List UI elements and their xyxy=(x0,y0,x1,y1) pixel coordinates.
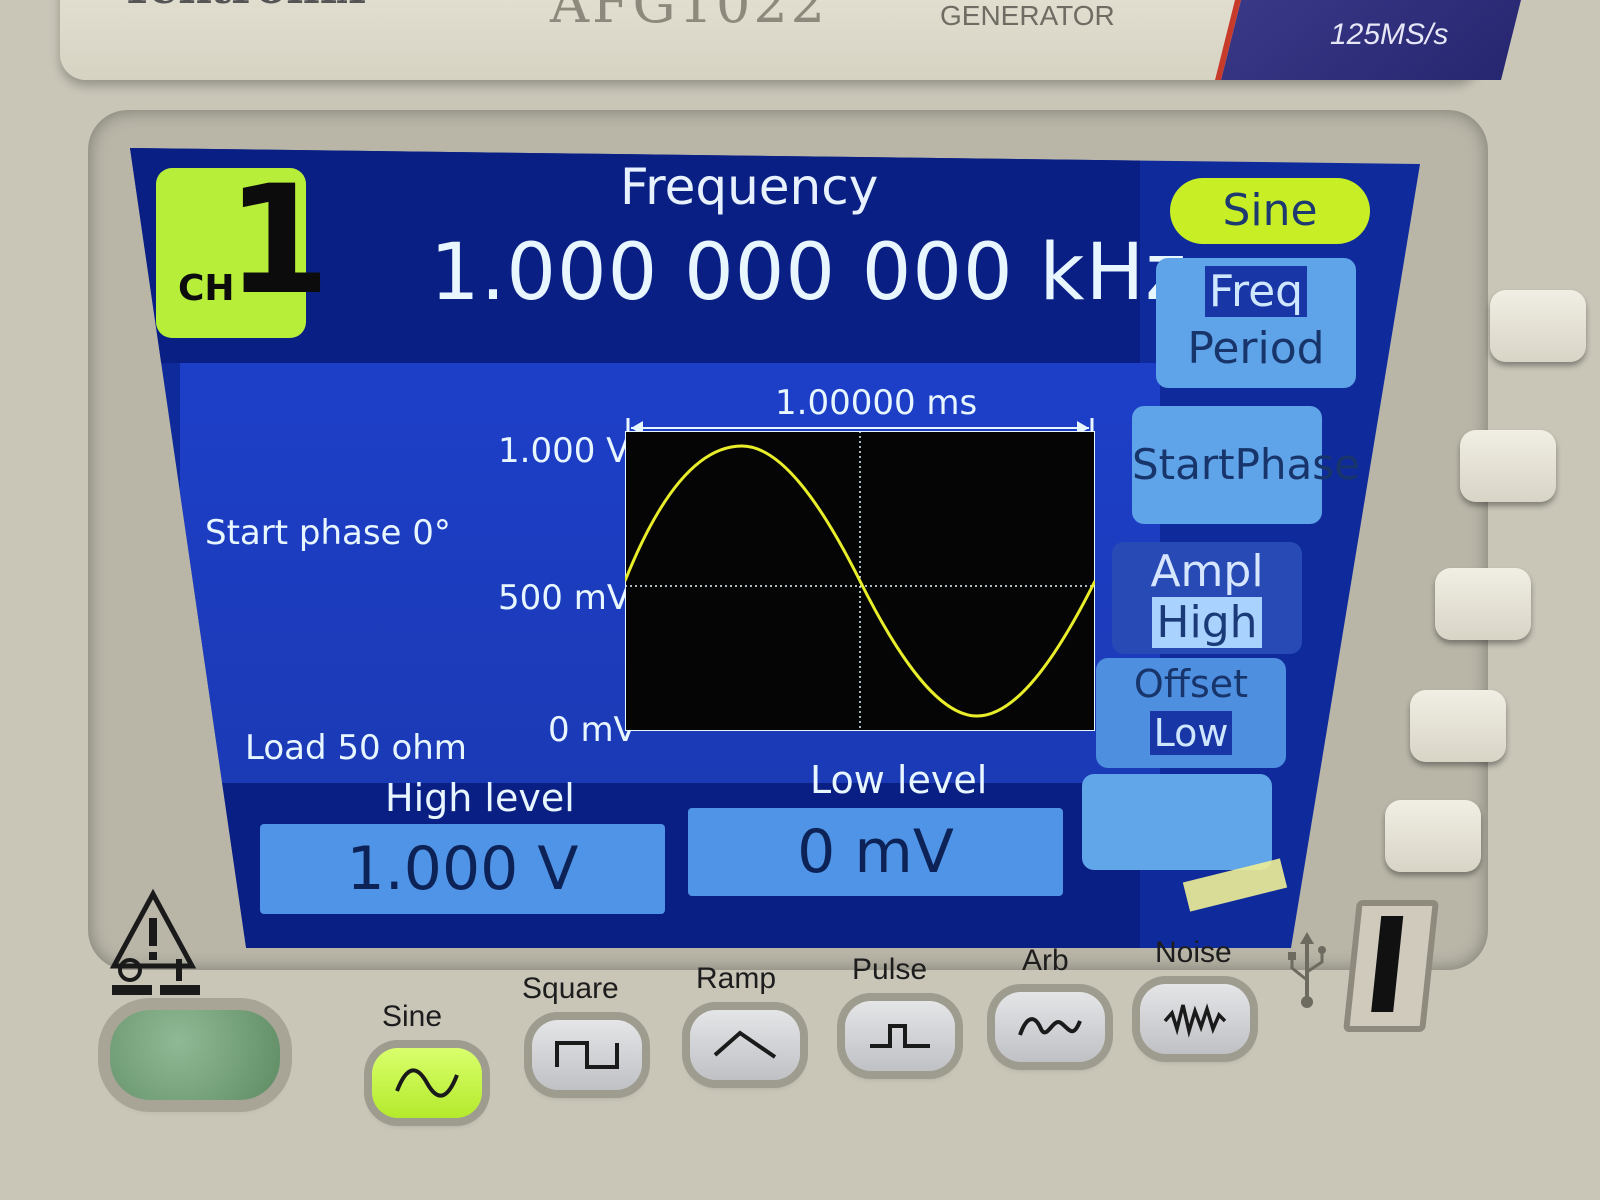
softkey-button-4[interactable] xyxy=(1410,690,1506,762)
offset-option: Offset xyxy=(1133,662,1249,706)
square-wave-icon xyxy=(555,1041,619,1069)
low-level-label: Low level xyxy=(810,758,988,802)
display-screen: CH 1 Frequency 1.000 000 000 kHz 1.00000… xyxy=(130,148,1420,948)
usb-port[interactable] xyxy=(1343,900,1439,1032)
ampl-high-softkey[interactable]: Ampl High xyxy=(1112,542,1302,654)
y-axis-middle-label: 500 mV xyxy=(498,578,631,618)
usb-icon xyxy=(1288,932,1326,1008)
high-level-label: High level xyxy=(385,776,575,820)
period-label: 1.00000 ms xyxy=(775,383,978,423)
parameter-title: Frequency xyxy=(620,158,879,216)
ramp-button-label: Ramp xyxy=(696,962,777,995)
high-option: High xyxy=(1152,597,1262,648)
offset-low-softkey[interactable]: Offset Low xyxy=(1096,658,1286,768)
square-button[interactable] xyxy=(532,1020,642,1090)
softkey-button-2[interactable] xyxy=(1460,430,1556,502)
pulse-button-label: Pulse xyxy=(852,953,928,986)
ampl-option: Ampl xyxy=(1150,546,1264,597)
sample-rate-label: 125MS/s xyxy=(1330,18,1449,51)
pulse-wave-icon xyxy=(870,1024,930,1048)
sine-wave-icon xyxy=(395,1068,459,1098)
noise-wave-icon xyxy=(1163,1003,1227,1038)
ramp-button[interactable] xyxy=(690,1010,800,1080)
standby-icon xyxy=(112,958,200,995)
softkey-button-3[interactable] xyxy=(1435,568,1531,640)
arb-button-label: Arb xyxy=(1022,944,1069,977)
blank-softkey[interactable] xyxy=(1082,774,1272,870)
pulse-button[interactable] xyxy=(845,1001,955,1071)
sine-button-label: Sine xyxy=(382,1000,443,1033)
sine-button[interactable] xyxy=(372,1048,482,1118)
noise-button-label: Noise xyxy=(1155,936,1232,969)
low-level-value[interactable]: 0 mV xyxy=(688,808,1063,896)
waveform-type-badge: Sine xyxy=(1170,178,1370,244)
noise-button[interactable] xyxy=(1140,984,1250,1054)
arb-button[interactable] xyxy=(995,992,1105,1062)
arb-wave-icon xyxy=(1018,1017,1082,1036)
y-axis-bottom-label: 0 mV xyxy=(548,710,637,750)
power-button[interactable] xyxy=(110,1010,280,1100)
freq-period-softkey[interactable]: Freq Period xyxy=(1156,258,1356,388)
usb-slot xyxy=(1371,916,1404,1012)
softkey-button-1[interactable] xyxy=(1490,290,1586,362)
start-phase-softkey[interactable]: StartPhase xyxy=(1132,406,1360,524)
parameter-value: 1.000 000 000 kHz xyxy=(430,228,1188,318)
square-button-label: Square xyxy=(522,972,619,1005)
ramp-wave-icon xyxy=(713,1030,777,1059)
softkey-button-5[interactable] xyxy=(1385,800,1481,872)
freq-option: Freq xyxy=(1204,266,1308,317)
waveform-plot xyxy=(625,431,1095,731)
high-level-value[interactable]: 1.000 V xyxy=(260,824,665,914)
brand-logo: Tektronix xyxy=(120,0,365,14)
y-axis-top-label: 1.000 V xyxy=(498,431,630,471)
channel-number: 1 xyxy=(226,154,331,328)
low-option: Low xyxy=(1149,711,1233,755)
model-number: AFG1022 xyxy=(550,0,829,35)
channel-indicator: CH 1 xyxy=(156,154,330,338)
load-label: Load 50 ohm xyxy=(245,728,467,768)
period-option: Period xyxy=(1187,323,1325,374)
generator-label: GENERATOR xyxy=(940,0,1115,31)
start-phase-label: Start phase 0° xyxy=(205,513,451,553)
